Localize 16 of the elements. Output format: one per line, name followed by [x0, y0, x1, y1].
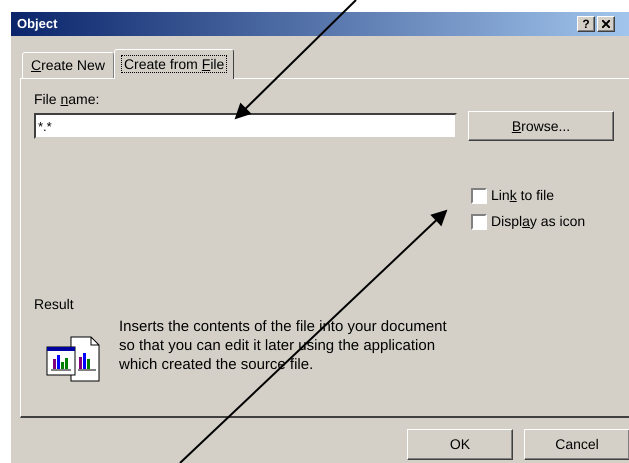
checkbox[interactable]	[471, 188, 487, 204]
dialog-button[interactable]: OK	[407, 429, 513, 460]
tab[interactable]: Create New	[22, 52, 114, 78]
dialog-button[interactable]: Cancel	[524, 429, 629, 460]
checkbox-label: Link to file	[491, 186, 554, 205]
browse-button[interactable]: Browse...	[468, 111, 614, 141]
window-title: Object	[17, 15, 58, 34]
help-button[interactable]: ?	[577, 16, 595, 32]
file-name-label: File name:	[34, 90, 100, 107]
checkbox[interactable]	[471, 214, 487, 230]
result-label: Result	[34, 295, 75, 314]
file-name-field[interactable]: *.*	[34, 113, 457, 139]
checkbox-label: Display as icon	[491, 212, 586, 231]
close-button[interactable]	[597, 16, 615, 32]
close-icon	[602, 20, 610, 28]
tab[interactable]: Create from File	[114, 49, 234, 79]
